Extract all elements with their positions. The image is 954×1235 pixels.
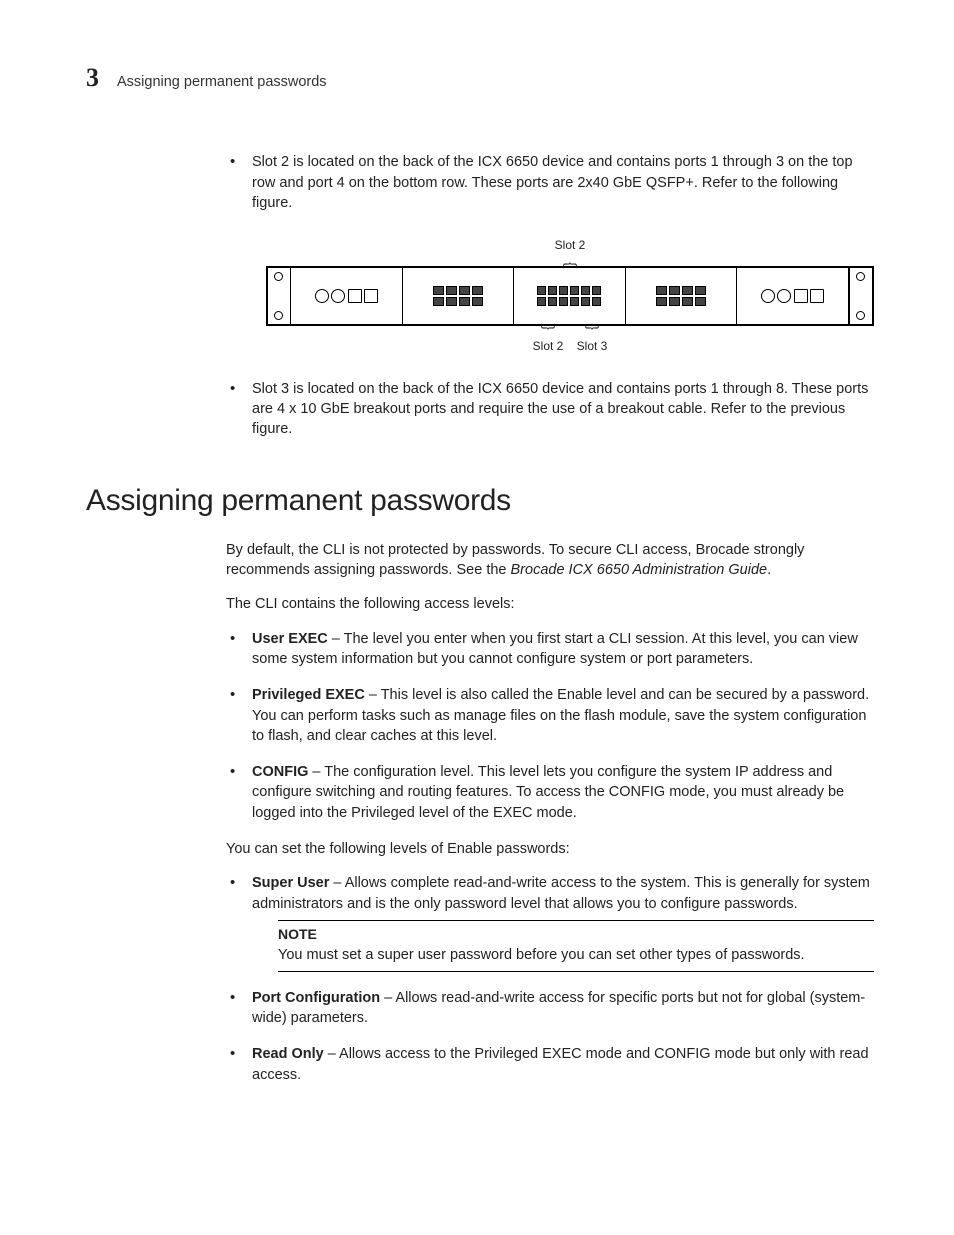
device-module-center xyxy=(514,268,626,324)
level-name: Port Configuration xyxy=(252,990,380,1006)
chapter-number: 3 xyxy=(86,60,99,96)
level-desc: – The level you enter when you first sta… xyxy=(252,631,858,667)
level-desc: – Allows access to the Privileged EXEC m… xyxy=(252,1046,869,1082)
figure-labels-bottom: Slot 2 Slot 3 xyxy=(266,338,874,355)
section-heading: Assigning permanent passwords xyxy=(86,480,874,522)
intro-paragraph-2: The CLI contains the following access le… xyxy=(226,594,874,614)
intro-paragraph: By default, the CLI is not protected by … xyxy=(226,540,874,581)
figure-label: Slot 2 xyxy=(528,338,568,355)
list-item: Slot 3 is located on the back of the ICX… xyxy=(226,379,874,440)
list-item: CONFIG – The configuration level. This l… xyxy=(226,762,874,823)
top-bullet-list: Slot 2 is located on the back of the ICX… xyxy=(226,152,874,213)
device-rear-diagram xyxy=(266,266,874,326)
reference-title: Brocade ICX 6650 Administration Guide xyxy=(511,562,768,578)
level-desc: – Allows complete read-and-write access … xyxy=(252,875,870,911)
device-figure: Slot 2 ︷ xyxy=(266,237,874,355)
page-header: 3 Assigning permanent passwords xyxy=(86,60,874,96)
level-name: CONFIG xyxy=(252,764,308,780)
device-module xyxy=(737,268,849,324)
bracket-icon: ︸︸ xyxy=(266,328,874,338)
access-levels-list: User EXEC – The level you enter when you… xyxy=(226,629,874,823)
enable-levels-list: Super User – Allows complete read-and-wr… xyxy=(226,873,874,1085)
list-item: Super User – Allows complete read-and-wr… xyxy=(226,873,874,971)
note-block: NOTE You must set a super user password … xyxy=(278,920,874,972)
device-endcap xyxy=(849,268,872,324)
level-name: Read Only xyxy=(252,1046,324,1062)
list-item: Port Configuration – Allows read-and-wri… xyxy=(226,988,874,1029)
note-title: NOTE xyxy=(278,925,874,945)
text: . xyxy=(767,562,771,578)
running-title: Assigning permanent passwords xyxy=(117,72,327,92)
figure-label: Slot 3 xyxy=(572,338,612,355)
level-desc: – The configuration level. This level le… xyxy=(252,764,844,821)
bracket-icon: ︷ xyxy=(266,256,874,264)
device-endcap xyxy=(268,268,291,324)
list-item: Privileged EXEC – This level is also cal… xyxy=(226,685,874,746)
enable-intro: You can set the following levels of Enab… xyxy=(226,839,874,859)
device-module xyxy=(626,268,738,324)
level-name: User EXEC xyxy=(252,631,328,647)
device-module xyxy=(403,268,515,324)
level-name: Privileged EXEC xyxy=(252,687,365,703)
list-item: User EXEC – The level you enter when you… xyxy=(226,629,874,670)
note-text: You must set a super user password befor… xyxy=(278,945,874,965)
top-bullet-list-2: Slot 3 is located on the back of the ICX… xyxy=(226,379,874,440)
list-item: Read Only – Allows access to the Privile… xyxy=(226,1044,874,1085)
device-module xyxy=(291,268,403,324)
level-name: Super User xyxy=(252,875,329,891)
list-item: Slot 2 is located on the back of the ICX… xyxy=(226,152,874,213)
